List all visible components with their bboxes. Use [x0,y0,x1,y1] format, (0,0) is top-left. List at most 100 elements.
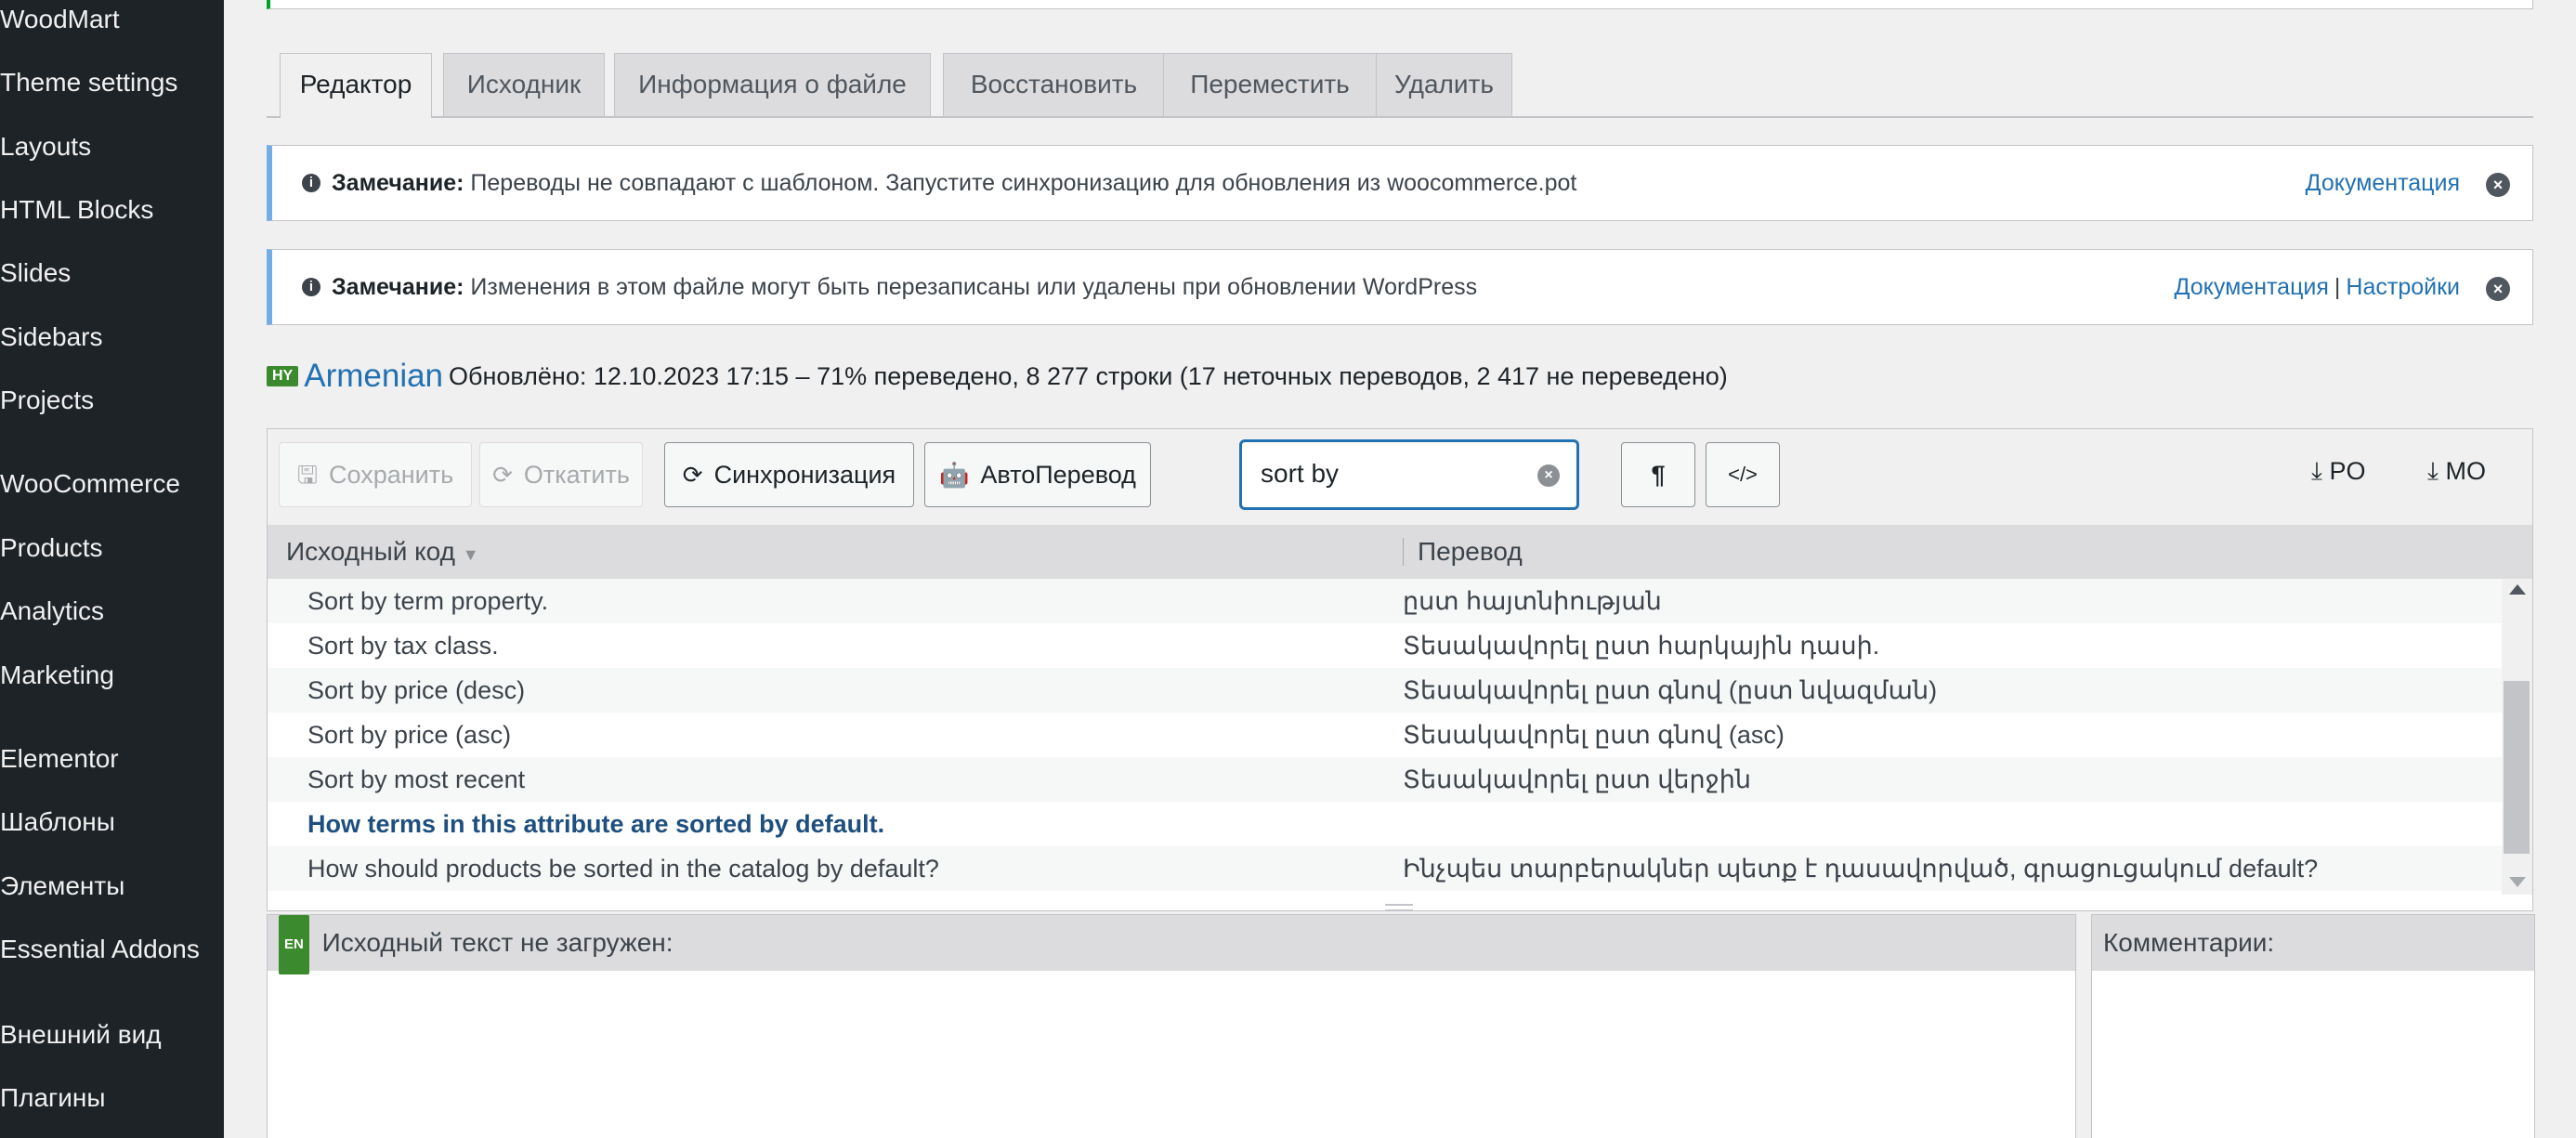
download-po-button[interactable]: ⤓ PO [2311,457,2365,487]
resize-handle[interactable] [1385,904,1413,911]
dismiss-icon[interactable]: × [2486,277,2510,301]
table-row[interactable]: How should products be sorted in the cat… [268,846,2502,891]
scroll-up-arrow-icon[interactable] [2509,584,2526,595]
download-icon: ⤓ [2427,457,2439,485]
previous-notice-edge [267,0,2533,9]
po-editor: 🖫 Сохранить ⟳ Откатить ⟳ Синхронизация 🤖 Авт… [267,428,2533,911]
sidebar-item-essential-addons[interactable]: Essential Addons [0,922,200,977]
code-view-toggle-button[interactable]: </> [1706,442,1780,507]
translation-cell: Տեսակավորել ըստ գնով (asc) [1403,721,1785,749]
autotranslate-label: АвтоПеревод [980,461,1136,489]
notice-text: Замечание: Переводы не совпадают с шабло… [332,146,1576,220]
table-row[interactable]: Sort by tax class. Տեսակավորել ըստ հարկա… [268,623,2502,668]
tab-editor[interactable]: Редактор [280,53,432,118]
translation-cell: Տեսակավորել ըստ հարկային դասի. [1403,632,1880,660]
download-mo-label: MO [2445,457,2486,485]
search-input[interactable] [1261,453,1521,494]
tab-source[interactable]: Исходник [443,53,605,116]
tab-move[interactable]: Переместить [1163,53,1377,116]
source-cell: Sort by price (desc) [307,676,526,704]
notice-prefix: Замечание: [332,170,464,196]
translation-cell: ըստ հայտնիության [1403,587,1662,615]
info-icon: i [302,278,320,296]
sidebar-item-slides[interactable]: Slides [0,245,71,301]
sidebar-item-theme-settings[interactable]: Theme settings [0,55,177,111]
sidebar-item-sidebars[interactable]: Sidebars [0,309,103,365]
source-pane-header: EN Исходный текст не загружен: [268,915,2075,974]
autotranslate-button[interactable]: 🤖 АвтоПеревод [924,442,1151,507]
robot-icon: 🤖 [939,461,970,489]
notice-overwrite-warning: i Замечание: Изменения в этом файле могу… [267,249,2533,325]
source-language-flag: EN [279,915,309,974]
editor-toolbar: 🖫 Сохранить ⟳ Откатить ⟳ Синхронизация 🤖 Авт… [268,429,2532,525]
settings-link[interactable]: Настройки [2346,274,2460,300]
admin-sidebar: WoodMart Theme settings Layouts HTML Blo… [0,0,224,1138]
source-cell: Sort by term property. [307,587,549,615]
sidebar-item-woodmart[interactable]: WoodMart [0,0,120,47]
sidebar-item-projects[interactable]: Projects [0,373,94,428]
documentation-link[interactable]: Документация [2175,274,2329,300]
clear-search-icon[interactable]: × [1537,464,1560,487]
invisibles-toggle-button[interactable]: ¶ [1621,442,1695,507]
tab-delete[interactable]: Удалить [1376,53,1512,116]
sync-icon: ⟳ [682,461,703,489]
table-row[interactable]: Sort by price (desc) Տեսակավորել ըստ գնո… [268,668,2502,713]
notice-message: Переводы не совпадают с шаблоном. Запуст… [470,170,1577,196]
scroll-down-arrow-icon[interactable] [2509,877,2526,887]
sidebar-item-layouts[interactable]: Layouts [0,119,91,175]
download-icon: ⤓ [2311,457,2322,485]
sidebar-item-appearance[interactable]: Внешний вид [0,1007,162,1063]
save-label: Сохранить [328,461,454,489]
sidebar-item-html-blocks[interactable]: HTML Blocks [0,182,153,238]
sidebar-item-templates[interactable]: Шаблоны [0,794,115,850]
tab-restore[interactable]: Восстановить [943,53,1165,116]
table-row[interactable]: Sort by most recent Տեսակավորել ըստ վերջ… [268,757,2502,802]
list-scrollbar[interactable] [2502,579,2532,895]
sidebar-item-analytics[interactable]: Analytics [0,583,104,639]
notice-links: Документация | Настройки [2175,250,2460,324]
locale-summary: HY Armenian Обновлёно: 12.10.2023 17:15 – … [267,358,1728,404]
download-mo-button[interactable]: ⤓ MO [2427,457,2486,487]
column-divider[interactable] [1403,538,1404,566]
table-row[interactable]: Sort by term property. ըստ հայտնիության [268,579,2502,623]
main-content: Редактор Исходник Информация о файле Вос… [224,0,2576,1138]
revert-label: Откатить [523,461,630,489]
column-source-label: Исходный код [286,537,455,566]
sidebar-item-elementor[interactable]: Elementor [0,731,119,787]
save-button[interactable]: 🖫 Сохранить [279,442,472,507]
search-box[interactable]: × [1239,439,1579,510]
source-text-pane: EN Исходный текст не загружен: [267,914,2076,1138]
column-header-translation[interactable]: Перевод [1418,525,1523,579]
sidebar-item-woocommerce[interactable]: WooCommerce [0,456,180,512]
locale-stats: Обновлёно: 12.10.2023 17:15 – 71% переве… [449,361,1728,390]
revert-button[interactable]: ⟳ Откатить [479,442,643,507]
dismiss-icon[interactable]: × [2486,173,2510,197]
sort-down-icon: ▼ [462,545,479,564]
sidebar-item-elements[interactable]: Элементы [0,858,124,914]
table-row[interactable]: Sort by price (asc) Տեսակավորել ըստ գնով… [268,713,2502,757]
info-icon: i [302,174,320,192]
notice-text: Замечание: Изменения в этом файле могут … [332,250,1477,324]
notice-template-mismatch: i Замечание: Переводы не совпадают с шаб… [267,145,2533,221]
sidebar-item-products[interactable]: Products [0,520,103,576]
comments-pane-header: Комментарии: [2092,915,2534,971]
documentation-link[interactable]: Документация [2306,170,2460,196]
link-separator: | [2334,274,2341,300]
sync-button[interactable]: ⟳ Синхронизация [664,442,914,507]
notice-message: Изменения в этом файле могут быть переза… [470,274,1478,300]
sidebar-item-marketing[interactable]: Marketing [0,647,114,703]
source-cell: Sort by price (asc) [307,721,512,749]
tab-file-info[interactable]: Информация о файле [614,53,931,116]
save-icon: 🖫 [296,461,318,489]
language-name-link[interactable]: Armenian [304,358,443,394]
table-row[interactable]: How terms in this attribute are sorted b… [268,802,2502,846]
scrollbar-thumb[interactable] [2504,681,2530,854]
download-po-label: PO [2329,457,2366,485]
language-flag: HY [267,366,299,386]
sidebar-item-plugins[interactable]: Плагины [0,1070,105,1126]
tabs-baseline [267,116,2533,118]
source-pane-title: Исходный текст не загружен: [321,928,673,958]
notice-prefix: Замечание: [332,274,464,300]
table-row[interactable] [268,891,2502,895]
column-header-source[interactable]: Исходный код ▼ [286,525,479,582]
